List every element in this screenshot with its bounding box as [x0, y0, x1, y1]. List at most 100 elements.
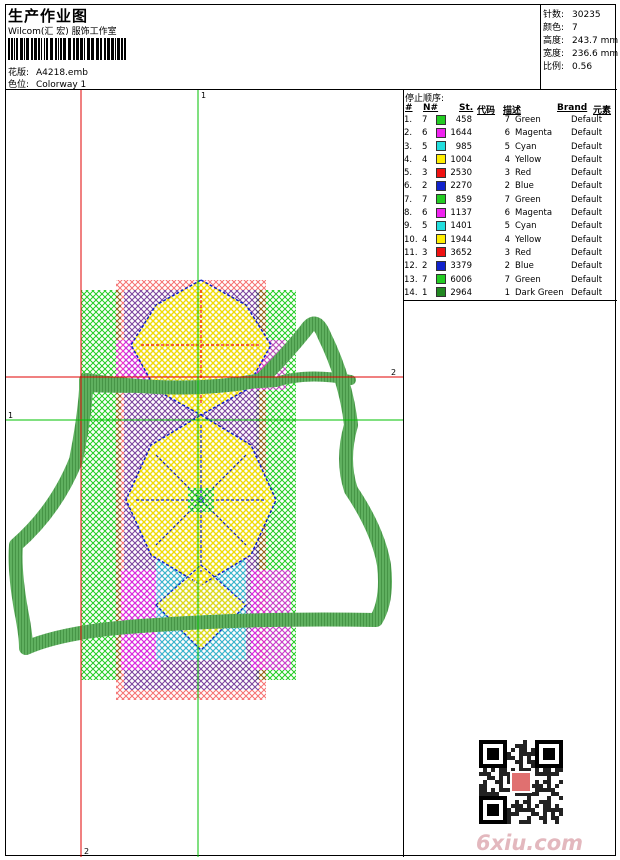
cell-num: 7. — [404, 194, 413, 205]
cell-num: 6. — [404, 181, 413, 192]
cell-desc: Blue — [515, 261, 534, 272]
cell-code: 7 — [504, 115, 510, 125]
stop-sequence-table-box: 停止顺序: # N# St. 代码 描述 Brand 元素 1. 7 458 7 Gre… — [404, 90, 617, 301]
table-row: 3. 5 985 5 Cyan Default — [404, 141, 611, 154]
table-row: 10. 4 1944 4 Yellow Default — [404, 234, 611, 247]
table-row: 1. 7 458 7 Green Default — [404, 114, 611, 127]
guide-label-top: 1 — [201, 91, 206, 100]
color-swatch — [436, 234, 446, 245]
cell-needle: 1 — [422, 287, 428, 298]
cell-brand: Default — [571, 128, 603, 139]
cell-code: 2 — [504, 261, 510, 272]
cell-code: 7 — [504, 274, 510, 285]
color-swatch — [436, 154, 446, 165]
cell-desc: Green — [515, 194, 541, 205]
cell-num: 9. — [404, 221, 413, 232]
stat-width: 宽度: 236.6 mm — [543, 49, 619, 59]
cell-brand: Default — [571, 194, 603, 205]
color-swatch — [436, 114, 446, 125]
stitch-count: 859 — [455, 194, 472, 205]
table-row: 5. 3 2530 3 Red Default — [404, 167, 611, 180]
cell-needle: 4 — [422, 154, 428, 165]
stitch-count: 1137 — [450, 208, 472, 219]
cell-code: 4 — [504, 154, 510, 165]
table-row: 6. 2 2270 2 Blue Default — [404, 180, 611, 193]
qr-code-image — [479, 740, 563, 824]
color-swatch — [436, 180, 446, 191]
cell-needle: 7 — [422, 115, 428, 125]
production-worksheet: 生产作业图 Wilcom(汇 宏) 服饰工作室 花版: A4218.emb 色位:… — [5, 4, 619, 857]
cell-brand: Default — [571, 287, 603, 298]
color-swatch — [436, 167, 446, 178]
table-row: 13. 7 6006 7 Green Default — [404, 274, 611, 287]
cell-desc: Red — [515, 247, 532, 258]
stop-sequence-table: 1. 7 458 7 Green Default 2. 6 1644 6 Magenta Defaul… — [404, 114, 611, 300]
cell-desc: Yellow — [515, 234, 542, 245]
watermark-site: 6xiu.com — [476, 831, 584, 855]
stitch-count: 985 — [455, 141, 472, 152]
cell-code: 7 — [504, 194, 510, 205]
cell-code: 2 — [504, 181, 510, 192]
cell-needle: 7 — [422, 274, 428, 285]
cell-num: 10. — [404, 234, 418, 245]
cell-brand: Default — [571, 168, 603, 179]
table-row: 12. 2 3379 2 Blue Default — [404, 260, 611, 273]
color-swatch — [436, 274, 446, 285]
cell-desc: Green — [515, 115, 541, 125]
col-header-num: # — [405, 103, 413, 113]
cell-num: 11. — [404, 247, 418, 258]
table-row: 7. 7 859 7 Green Default — [404, 194, 611, 207]
table-row: 8. 6 1137 6 Magenta Default — [404, 207, 611, 220]
cell-needle: 3 — [422, 168, 428, 179]
stat-colors: 颜色: 7 — [543, 23, 578, 33]
stitch-count: 1004 — [450, 154, 472, 165]
stitch-count: 458 — [455, 115, 472, 125]
cell-brand: Default — [571, 115, 603, 125]
studio-name: Wilcom(汇 宏) 服饰工作室 — [8, 27, 117, 37]
cell-desc: Yellow — [515, 154, 542, 165]
cell-code: 1 — [504, 287, 510, 298]
cell-desc: Cyan — [515, 221, 537, 232]
guide-label-right: 2 — [391, 368, 396, 377]
guide-label-bottom: 2 — [84, 847, 89, 856]
cell-needle: 5 — [422, 221, 428, 232]
stitch-count: 2270 — [450, 181, 472, 192]
cell-needle: 6 — [422, 128, 428, 139]
stat-height: 高度: 243.7 mm — [543, 36, 619, 46]
cell-brand: Default — [571, 234, 603, 245]
cell-desc: Cyan — [515, 141, 537, 152]
cell-code: 5 — [504, 221, 510, 232]
cell-num: 1. — [404, 115, 413, 125]
stitch-count: 2530 — [450, 168, 472, 179]
cell-desc: Red — [515, 168, 532, 179]
cell-needle: 6 — [422, 208, 428, 219]
green-center — [188, 488, 214, 512]
stat-scale: 比例: 0.56 — [543, 62, 593, 72]
cell-brand: Default — [571, 221, 603, 232]
stitch-count: 1944 — [450, 234, 472, 245]
stitch-count: 3379 — [450, 261, 472, 272]
table-row: 4. 4 1004 4 Yellow Default — [404, 154, 611, 167]
embroidery-design-preview: 1 1 2 2 — [6, 90, 403, 857]
cell-desc: Dark Green — [515, 287, 564, 298]
color-swatch — [436, 194, 446, 205]
cell-code: 4 — [504, 234, 510, 245]
cell-needle: 2 — [422, 181, 428, 192]
cell-desc: Magenta — [515, 128, 553, 139]
cell-needle: 2 — [422, 261, 428, 272]
color-swatch — [436, 207, 446, 218]
cell-num: 12. — [404, 261, 418, 272]
stitch-count: 6006 — [450, 274, 472, 285]
table-row: 2. 6 1644 6 Magenta Default — [404, 127, 611, 140]
cell-brand: Default — [571, 181, 603, 192]
cell-num: 3. — [404, 141, 413, 152]
design-stats: 针数: 30235 颜色: 7 高度: 243.7 mm 宽度: 236.6 mm 比例… — [541, 5, 619, 90]
page-title: 生产作业图 — [8, 7, 89, 25]
cell-desc: Green — [515, 274, 541, 285]
cell-brand: Default — [571, 208, 603, 219]
cell-code: 5 — [504, 141, 510, 152]
col-header-brand: Brand — [557, 103, 588, 113]
table-row: 9. 5 1401 5 Cyan Default — [404, 220, 611, 233]
cell-num: 5. — [404, 168, 413, 179]
colorway-label: 色位: — [8, 80, 30, 90]
